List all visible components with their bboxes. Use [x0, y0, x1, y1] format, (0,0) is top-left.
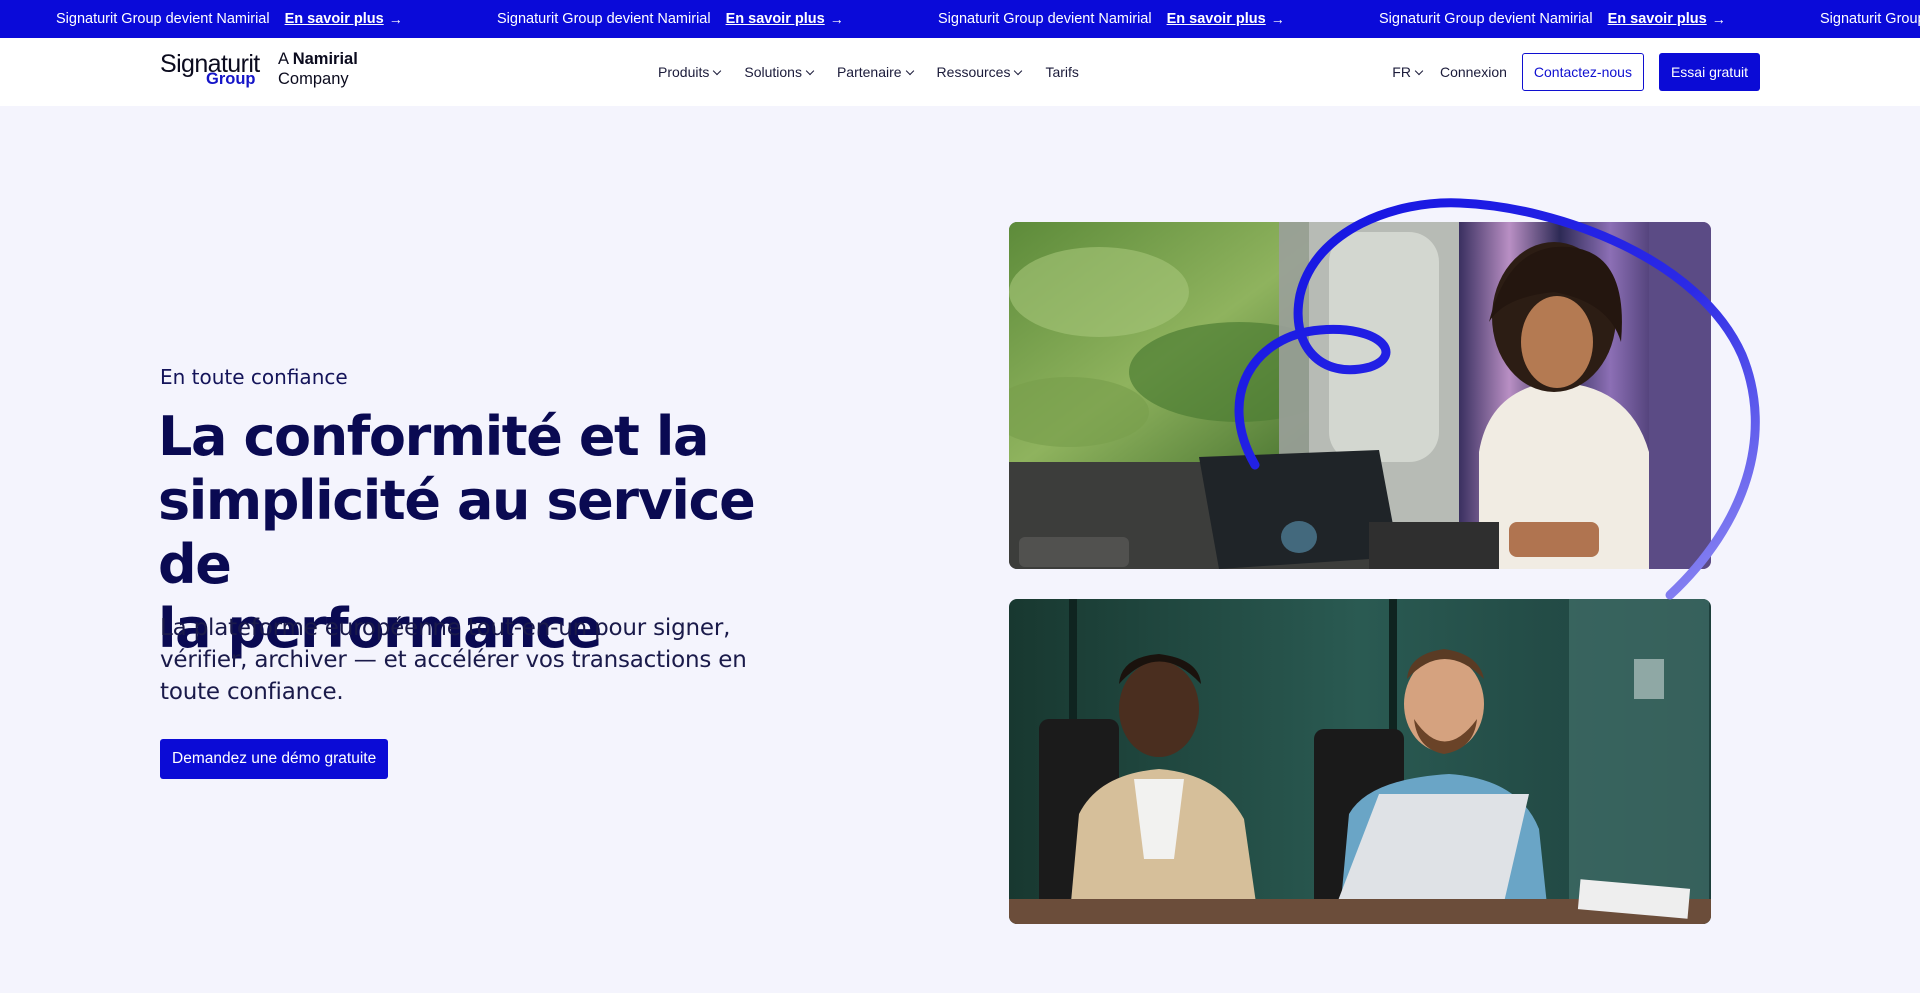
- hero-eyebrow: En toute confiance: [160, 365, 348, 389]
- announcement-bar: Signaturit Group devient Namirial En sav…: [0, 0, 1920, 38]
- logo-company-text: Company: [278, 70, 349, 88]
- announcement-track: Signaturit Group devient Namirial En sav…: [56, 0, 1920, 38]
- chevron-down-icon: [905, 66, 914, 75]
- contact-button[interactable]: Contactez-nous: [1521, 53, 1644, 91]
- site-header: Signaturit Group A Namirial Company Prod…: [0, 38, 1920, 106]
- nav-item-partenaire[interactable]: Partenaire: [836, 64, 914, 80]
- nav-item-label: Produits: [658, 64, 710, 80]
- arrow-right-icon: →: [1711, 11, 1726, 27]
- learn-more-link[interactable]: En savoir plus: [1167, 11, 1266, 27]
- nav-item-label: Partenaire: [836, 64, 902, 80]
- photo-two-men-laptop: [1009, 599, 1711, 924]
- logo-group-text: Group: [206, 70, 256, 88]
- nav-item-label: Solutions: [744, 64, 802, 80]
- logo-namirial-text: Namirial: [292, 50, 358, 68]
- header-actions: FR Connexion Contactez-nous Essai gratui…: [1392, 38, 1760, 106]
- hero-subheading: La plateforme européenne tout-en-un pour…: [160, 615, 747, 705]
- announcement-item: Signaturit Group devient Namirial En sav…: [938, 11, 1379, 27]
- headline-line: La conformité et la: [158, 405, 709, 468]
- announcement-item: Signaturit Group devient Namirial En sav…: [1379, 11, 1820, 27]
- nav-item-ressources[interactable]: Ressources: [936, 64, 1023, 80]
- language-selector[interactable]: FR: [1392, 64, 1424, 80]
- arrow-right-icon: →: [829, 11, 844, 27]
- announcement-text: Signaturit Group devient Namirial: [938, 11, 1152, 27]
- logo[interactable]: Signaturit Group A Namirial Company: [160, 50, 370, 94]
- hero-visuals: [1000, 195, 1780, 935]
- photo-woman-laptop-train: [1009, 222, 1711, 569]
- chevron-down-icon: [1414, 66, 1424, 75]
- free-trial-button[interactable]: Essai gratuit: [1658, 53, 1760, 91]
- request-demo-button[interactable]: Demandez une démo gratuite: [160, 739, 389, 779]
- learn-more-link[interactable]: En savoir plus: [285, 11, 384, 27]
- headline-line: simplicité au service de: [158, 469, 756, 596]
- chevron-down-icon: [1014, 66, 1023, 75]
- logo-namirial-line: A Namirial: [278, 50, 358, 69]
- arrow-right-icon: →: [1270, 11, 1285, 27]
- nav-item-label: Tarifs: [1045, 64, 1079, 80]
- language-label: FR: [1392, 64, 1411, 80]
- arrow-right-icon: →: [388, 11, 403, 27]
- announcement-text: Signaturit Group devient Namirial: [497, 11, 711, 27]
- logo-a-text: A: [278, 50, 289, 68]
- photo-illustration: [1009, 222, 1711, 569]
- nav-item-produits[interactable]: Produits: [658, 64, 722, 80]
- announcement-item: Signaturit Group devient Namirial: [1820, 11, 1920, 27]
- nav-item-solutions[interactable]: Solutions: [744, 64, 815, 80]
- nav-item-tarifs[interactable]: Tarifs: [1045, 64, 1078, 80]
- announcement-item: Signaturit Group devient Namirial En sav…: [56, 11, 497, 27]
- main-nav: Produits Solutions Partenaire Ressources…: [658, 38, 1103, 106]
- learn-more-link[interactable]: En savoir plus: [726, 11, 825, 27]
- login-link[interactable]: Connexion: [1440, 64, 1507, 80]
- announcement-text: Signaturit Group devient Namirial: [1820, 11, 1920, 27]
- photo-illustration: [1009, 599, 1711, 924]
- announcement-text: Signaturit Group devient Namirial: [1379, 11, 1593, 27]
- learn-more-link[interactable]: En savoir plus: [1608, 11, 1707, 27]
- chevron-down-icon: [805, 66, 815, 75]
- announcement-item: Signaturit Group devient Namirial En sav…: [497, 11, 938, 27]
- chevron-down-icon: [713, 66, 722, 75]
- nav-item-label: Ressources: [936, 64, 1011, 80]
- announcement-text: Signaturit Group devient Namirial: [56, 11, 270, 27]
